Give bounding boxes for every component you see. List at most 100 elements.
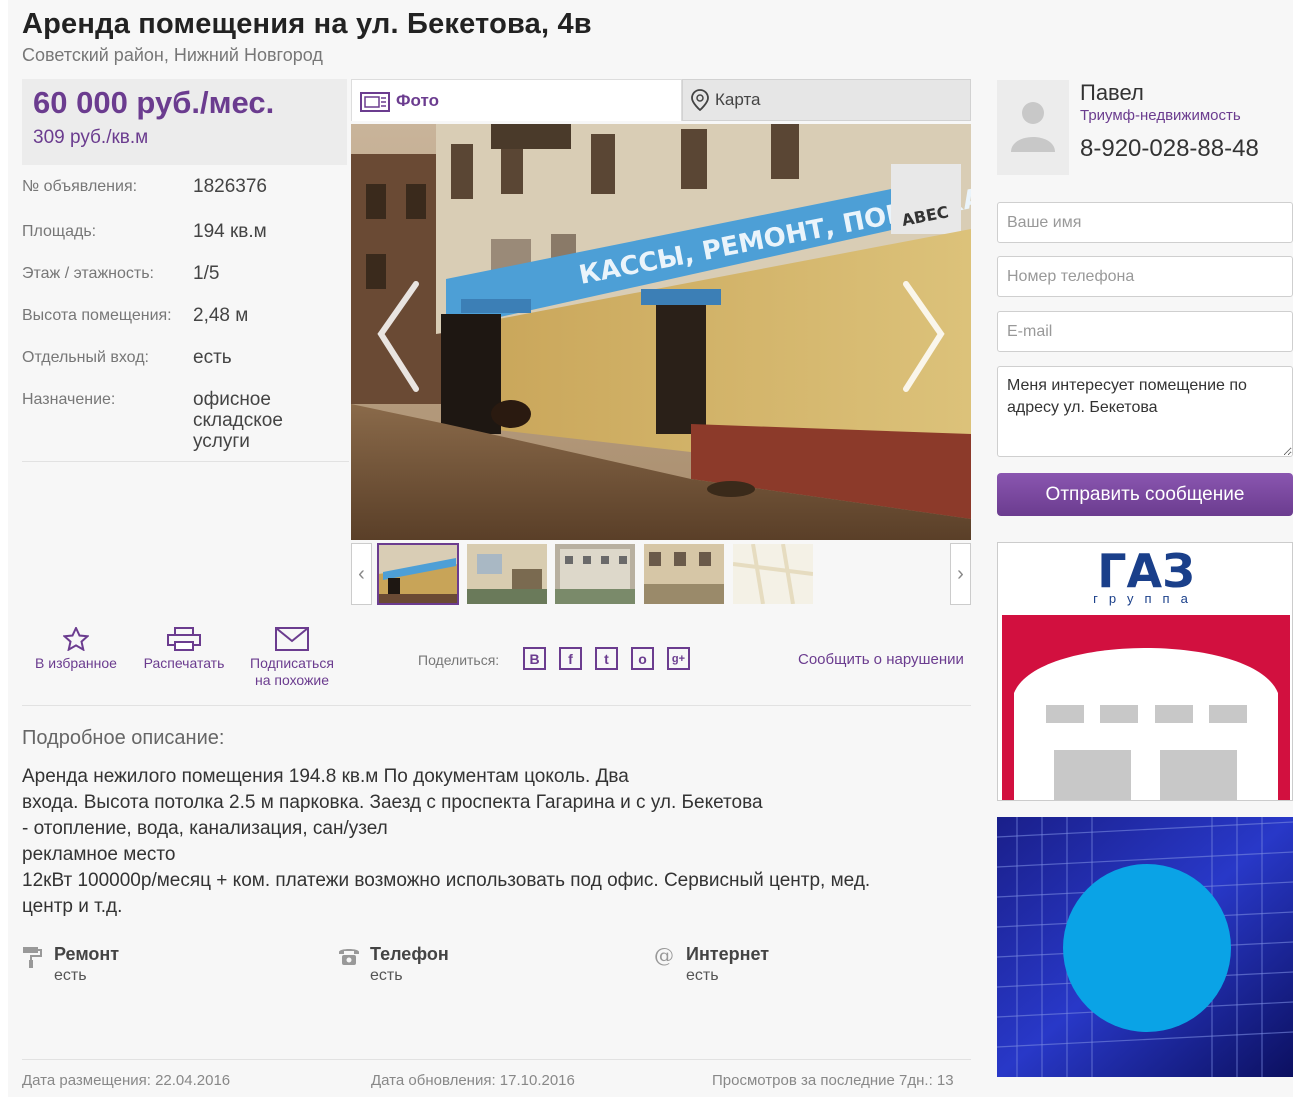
- gaz-logo-subtitle: группа: [1093, 591, 1199, 606]
- report-link[interactable]: Сообщить о нарушении: [798, 651, 964, 668]
- feature-value: есть: [686, 967, 719, 984]
- odnoklassniki-icon: о: [638, 650, 647, 667]
- param-label: Этаж / этажность:: [22, 265, 154, 282]
- message-textarea[interactable]: Меня интересует помещение по адресу ул. …: [997, 366, 1293, 457]
- posted-date: Дата размещения: 22.04.2016: [22, 1072, 231, 1089]
- price-box: 60 000 руб./мес. 309 руб./кв.м: [22, 79, 347, 165]
- price: 60 000 руб./мес.: [33, 85, 275, 120]
- gaz-ad-banner[interactable]: ГАЗ группа: [997, 542, 1293, 801]
- share-facebook-button[interactable]: f: [559, 647, 582, 670]
- param-label: Назначение:: [22, 391, 116, 408]
- feature-value: есть: [54, 967, 87, 984]
- user-silhouette-icon: [1011, 102, 1055, 152]
- share-googleplus-button[interactable]: g+: [667, 647, 690, 670]
- tab-map-label: Карта: [715, 90, 761, 109]
- param-value: есть: [193, 347, 232, 368]
- print-label: Распечатать: [143, 655, 225, 671]
- thumbs-prev-button[interactable]: ‹: [351, 543, 372, 605]
- twitter-icon: t: [604, 650, 609, 667]
- param-value-list: офисное складское услуги: [193, 389, 283, 452]
- facebook-icon: f: [568, 650, 573, 667]
- share-label: Поделиться:: [418, 652, 500, 668]
- subscribe-button[interactable]: Подписаться на похожие: [242, 627, 342, 689]
- tab-photo[interactable]: Фото: [351, 79, 682, 121]
- paint-roller-icon: [23, 947, 42, 968]
- page: Аренда помещения на ул. Бекетова, 4в Сов…: [8, 0, 1293, 1097]
- description-line: входа. Высота потолка 2.5 м парковка. За…: [22, 792, 763, 813]
- param-label: Площадь:: [22, 223, 97, 240]
- param-value: 1/5: [193, 263, 220, 284]
- chevron-left-icon: ‹: [358, 562, 365, 585]
- purpose-item: услуги: [193, 431, 250, 452]
- feature-title: Интернет: [686, 944, 770, 964]
- subscribe-label-line1: Подписаться: [250, 655, 334, 671]
- thumbs-next-button[interactable]: ›: [950, 543, 971, 605]
- location-subtitle: Советский район, Нижний Новгород: [22, 45, 323, 65]
- telephone-icon: [339, 949, 359, 965]
- param-value: 2,48 м: [193, 305, 249, 326]
- avatar: [997, 80, 1069, 175]
- thumb-image: [555, 544, 635, 604]
- agent-name: Павел: [1080, 80, 1144, 105]
- param-label: Высота помещения:: [22, 307, 172, 324]
- divider: [22, 461, 349, 462]
- print-button[interactable]: Распечатать: [136, 627, 232, 672]
- tab-photo-label: Фото: [396, 90, 439, 110]
- building-ad-banner[interactable]: [997, 817, 1293, 1077]
- tab-map[interactable]: Карта: [682, 79, 971, 121]
- description-line: центр и т.д.: [22, 896, 123, 917]
- agent-phone: 8-920-028-88-48: [1080, 135, 1259, 162]
- purpose-item: складское: [193, 410, 283, 431]
- page-title: Аренда помещения на ул. Бекетова, 4в: [22, 8, 592, 40]
- param-label: Отдельный вход:: [22, 349, 149, 366]
- param-label: № объявления:: [22, 178, 138, 195]
- photo-icon: [360, 91, 390, 112]
- building-photo: КАССЫ, РЕМОНТ, ПОВЕРКА АВЕС: [351, 124, 971, 540]
- send-message-button[interactable]: Отправить сообщение: [997, 473, 1293, 516]
- share-twitter-button[interactable]: t: [595, 647, 618, 670]
- agent-company-link[interactable]: Триумф-недвижимость: [1080, 107, 1241, 124]
- feature-title: Ремонт: [54, 944, 120, 964]
- star-icon: [63, 627, 89, 651]
- price-per-sqm: 309 руб./кв.м: [33, 127, 149, 148]
- thumb-image: [378, 544, 458, 604]
- chevron-right-icon: ›: [957, 562, 964, 585]
- share-vk-button[interactable]: В: [523, 647, 546, 670]
- favorite-button[interactable]: В избранное: [28, 627, 124, 672]
- gaz-logo: ГАЗ: [1002, 544, 1290, 800]
- description-heading: Подробное описание:: [22, 727, 225, 749]
- share-odnoklassniki-button[interactable]: о: [631, 647, 654, 670]
- divider: [22, 705, 971, 706]
- param-value: 194 кв.м: [193, 221, 267, 242]
- divider: [22, 1059, 971, 1060]
- thumbnail[interactable]: [733, 544, 813, 604]
- main-photo[interactable]: КАССЫ, РЕМОНТ, ПОВЕРКА АВЕС: [351, 124, 971, 540]
- feature-value: есть: [370, 967, 403, 984]
- email-input[interactable]: [997, 311, 1293, 352]
- envelope-icon: [275, 627, 309, 651]
- gaz-logo-text: ГАЗ: [1097, 544, 1195, 598]
- name-input[interactable]: [997, 202, 1293, 243]
- description-line: - отопление, вода, канализация, сан/узел: [22, 818, 388, 839]
- google-plus-icon: g+: [671, 652, 686, 665]
- views-count: Просмотров за последние 7дн.: 13: [712, 1072, 954, 1089]
- thumb-image: [467, 544, 547, 604]
- glass-building-image: [997, 817, 1293, 1077]
- description-line: рекламное место: [22, 844, 176, 865]
- favorite-label: В избранное: [35, 655, 117, 671]
- vk-icon: В: [529, 650, 540, 667]
- map-pin-icon: [691, 89, 709, 111]
- thumbnail[interactable]: [555, 544, 635, 604]
- updated-date: Дата обновления: 17.10.2016: [371, 1072, 575, 1089]
- description-text: Аренда нежилого помещения 194.8 кв.м По …: [22, 764, 967, 920]
- feature-title: Телефон: [370, 944, 449, 964]
- phone-input[interactable]: [997, 256, 1293, 297]
- thumbnail[interactable]: [377, 543, 459, 605]
- subscribe-label-line2: на похожие: [254, 672, 330, 688]
- thumbnail[interactable]: [644, 544, 724, 604]
- thumb-image: [644, 544, 724, 604]
- thumb-image: [733, 544, 813, 604]
- param-value: 1826376: [193, 176, 267, 197]
- gallery-tabs: Фото Карта: [351, 79, 971, 121]
- thumbnail[interactable]: [467, 544, 547, 604]
